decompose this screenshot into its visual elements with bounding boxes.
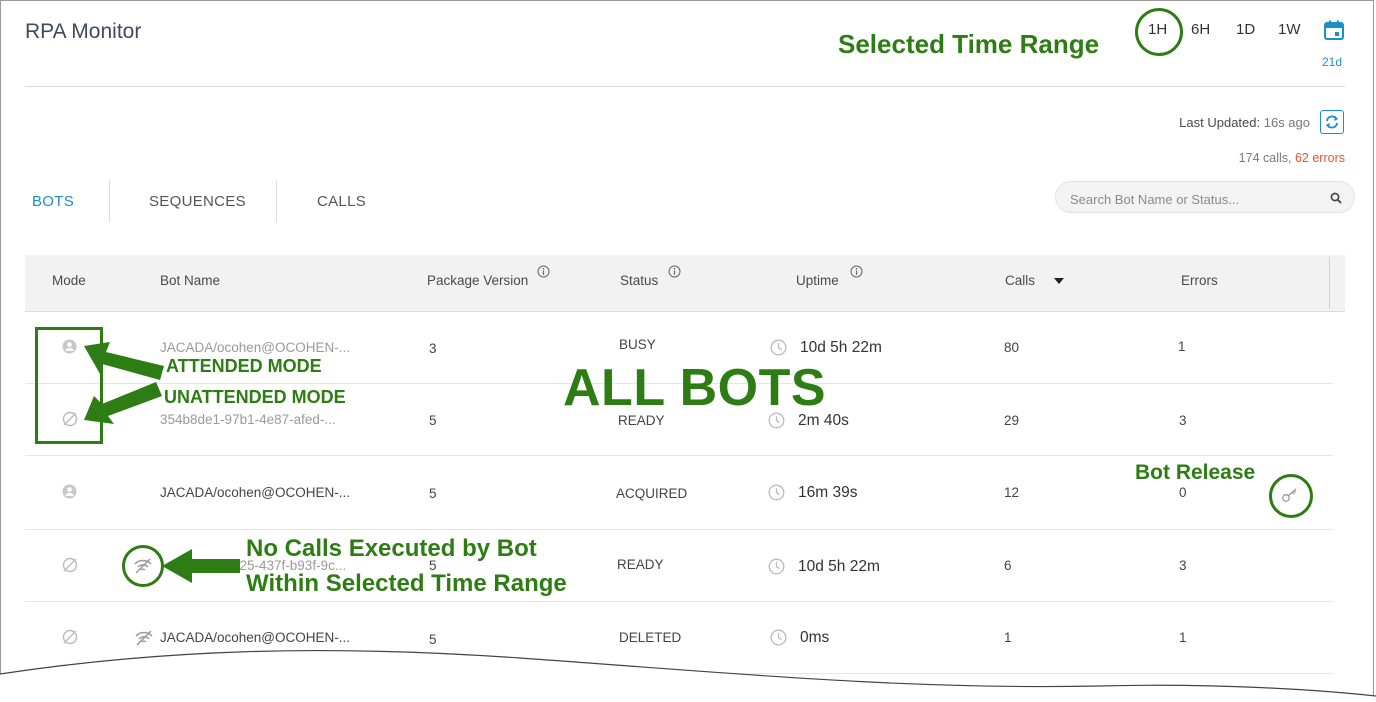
bot-status: BUSY [619, 337, 656, 352]
tab-calls[interactable]: CALLS [317, 193, 366, 210]
clock-icon [770, 339, 787, 356]
annotation-arrow-no-calls [162, 549, 240, 583]
column-package-version[interactable]: Package Version [427, 273, 528, 288]
annotation-no-calls-line2: Within Selected Time Range [246, 570, 567, 597]
refresh-button[interactable] [1320, 110, 1344, 134]
bot-name[interactable]: JACADA/ocohen@OCOHEN-... [160, 485, 350, 500]
uptime: 10d 5h 22m [800, 339, 882, 356]
annotation-circle-no-calls [122, 545, 164, 587]
time-range-1h[interactable]: 1H [1148, 21, 1167, 38]
page-title: RPA Monitor [25, 20, 142, 43]
column-status[interactable]: Status [620, 273, 658, 288]
table-header [25, 255, 1345, 312]
annotation-attended-mode: ATTENDED MODE [166, 356, 322, 376]
annotation-all-bots: ALL BOTS [563, 359, 827, 417]
package-version: 5 [429, 486, 437, 501]
calendar-range-label: 21d [1322, 55, 1343, 69]
tab-separator [276, 180, 277, 222]
column-bot-name[interactable]: Bot Name [160, 273, 220, 288]
last-updated-label: Last Updated: [1179, 115, 1261, 130]
annotation-arrows [84, 342, 164, 424]
errors: 3 [1179, 413, 1187, 428]
clock-icon [768, 484, 785, 501]
annotation-unattended-mode: UNATTENDED MODE [164, 387, 346, 407]
annotation-selected-time-range: Selected Time Range [838, 29, 1100, 59]
time-range-6h[interactable]: 6H [1191, 21, 1210, 38]
column-calls[interactable]: Calls [1005, 273, 1035, 288]
last-updated: Last Updated: 16s ago [1179, 115, 1310, 130]
info-icon[interactable] [850, 265, 863, 278]
bot-status: READY [617, 557, 664, 572]
calls: 12 [1004, 485, 1020, 500]
calls: 80 [1004, 340, 1020, 355]
tab-bots[interactable]: BOTS [32, 193, 74, 210]
calendar-icon[interactable] [1323, 19, 1345, 41]
errors: 3 [1179, 558, 1187, 573]
uptime: 10d 5h 22m [798, 558, 880, 575]
search-box [1055, 181, 1355, 213]
tab-sequences[interactable]: SEQUENCES [149, 193, 246, 210]
column-resize-handle[interactable] [1329, 257, 1330, 309]
info-icon[interactable] [537, 265, 550, 278]
errors: 0 [1179, 485, 1187, 500]
calls: 29 [1004, 413, 1020, 428]
attended-user-icon [62, 484, 77, 499]
calls-errors-summary: 174 calls, 62 errors [1239, 151, 1345, 165]
torn-edge [0, 649, 1376, 702]
bot-status: ACQUIRED [616, 486, 688, 501]
annotation-bot-release: Bot Release [1135, 461, 1256, 484]
column-mode[interactable]: Mode [52, 273, 86, 288]
search-input[interactable] [1068, 188, 1322, 210]
annotation-circle-bot-release [1269, 474, 1313, 518]
calls: 6 [1004, 558, 1012, 573]
bot-name[interactable]: JACADA/ocohen@OCOHEN-... [160, 340, 350, 355]
calls-count: 174 calls, [1238, 151, 1292, 165]
search-icon[interactable] [1330, 192, 1342, 204]
last-updated-value: 16s ago [1263, 115, 1310, 130]
sort-desc-icon[interactable] [1054, 278, 1064, 284]
refresh-icon [1325, 115, 1339, 129]
uptime: 16m 39s [798, 484, 858, 501]
clock-icon [768, 558, 785, 575]
info-icon[interactable] [668, 265, 681, 278]
errors-count: 62 errors [1294, 151, 1345, 165]
time-range-1w[interactable]: 1W [1278, 21, 1301, 38]
package-version: 3 [429, 341, 437, 356]
bot-name[interactable]: 354b8de1-97b1-4e87-afed-... [160, 412, 336, 427]
unattended-mode-icon [62, 557, 78, 573]
tab-separator [109, 180, 110, 222]
annotation-no-calls-line1: No Calls Executed by Bot [246, 535, 537, 562]
column-uptime[interactable]: Uptime [796, 273, 839, 288]
package-version: 5 [429, 413, 437, 428]
time-range-1d[interactable]: 1D [1236, 21, 1255, 38]
column-errors[interactable]: Errors [1181, 273, 1218, 288]
errors: 1 [1178, 339, 1186, 354]
header-divider [25, 86, 1345, 87]
